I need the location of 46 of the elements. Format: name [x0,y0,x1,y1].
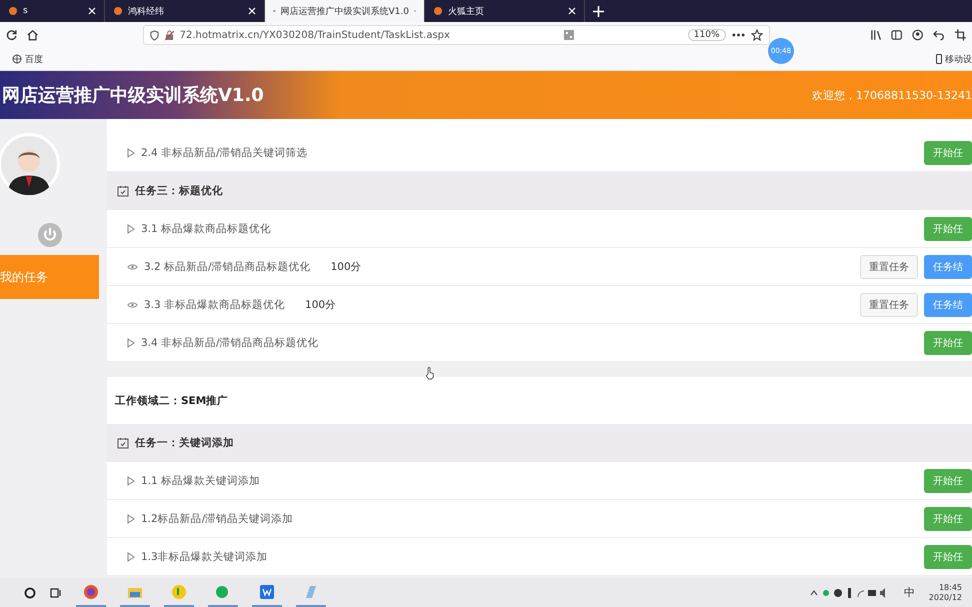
input-method-indicator[interactable]: 中 [904,585,915,600]
zoom-level[interactable]: 110% [688,29,726,41]
crop-icon[interactable] [954,29,966,41]
bookmark-link[interactable]: 百度 [12,52,43,66]
browser-tab[interactable]: 网店运营推广中级实训系统V1.0 [265,0,425,22]
url-text: 72.hotmatrix.cn/YX030208/TrainStudent/TaskList.aspx [180,30,450,40]
phone-icon [936,54,942,64]
close-icon[interactable] [88,7,96,15]
address-bar[interactable]: 72.hotmatrix.cn/YX030208/TrainStudent/TaskList.aspx 110% [142,25,770,45]
calendar-check-icon [117,184,129,196]
subtask-title: 1.3非标品爆款关键词添加 [141,550,268,564]
sidebar-icon[interactable] [890,29,902,41]
reset-task-button[interactable]: 重置任务 [860,254,918,278]
search-icon[interactable] [24,586,36,598]
task-title: 任务三：标题优化 [135,184,223,198]
area-title: 工作领域二：SEM推广 [114,394,230,408]
reload-icon[interactable] [6,29,18,41]
subtask-title: 3.4 非标品新品/滞销品商品标题优化 [141,336,319,350]
home-icon[interactable] [27,29,39,41]
close-icon[interactable] [248,7,256,15]
task-view-icon[interactable] [50,586,62,598]
subtask-title: 1.1 标品爆款关键词添加 [141,474,260,488]
mobile-bookmarks-link[interactable]: 移动设 [936,52,972,66]
calendar-check-icon [117,436,129,448]
account-icon[interactable] [912,29,924,41]
subtask-title: 1.2标品新品/滞销品关键词添加 [141,512,294,526]
subtask-title: 3.1 标品爆款商品标题优化 [141,222,272,236]
app-title: 网店运营推广中级实训系统V1.0 [1,84,264,107]
subtask-title: 3.2 标品新品/滞销品商品标题优化 [144,260,311,274]
subtask-title: 2.4 非标品新品/滞销品关键词筛选 [141,146,308,160]
lock-icon [164,30,174,40]
new-tab-icon[interactable] [593,6,604,16]
library-icon[interactable] [870,29,881,41]
close-icon[interactable] [568,7,576,15]
clock-time: 18:45 [938,582,962,592]
subtask-title: 3.3 非标品爆款商品标题优化 [144,298,286,312]
task-title: 任务一：关键词添加 [135,436,234,450]
back-arrow-icon[interactable] [933,29,945,41]
more-icon[interactable] [732,33,745,37]
score-text: 100分 [330,260,362,274]
reset-task-button[interactable]: 重置任务 [860,292,918,316]
shield-icon [150,30,159,40]
star-icon[interactable] [750,29,763,41]
clock-date: 2020/12 [928,592,962,602]
welcome-text: 欢迎您，17068811530-13241 [812,88,972,102]
score-text: 100分 [305,298,336,312]
